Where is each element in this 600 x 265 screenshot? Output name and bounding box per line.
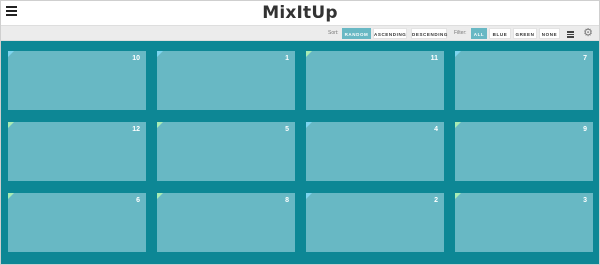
tile-item[interactable]: 5 <box>157 122 295 181</box>
tile-color-flag-icon <box>8 122 14 128</box>
tile-number: 5 <box>285 126 289 133</box>
controls-bar: Sort: RANDOM ASCENDING DESCENDING Filter… <box>1 25 599 41</box>
filter-green-button[interactable]: GREEN <box>513 28 537 39</box>
tile-item[interactable]: 2 <box>306 193 444 252</box>
tile-color-flag-icon <box>455 51 461 57</box>
tile-color-flag-icon <box>455 122 461 128</box>
tile-number: 4 <box>434 126 438 133</box>
list-view-icon[interactable] <box>565 28 577 39</box>
tile-item[interactable]: 11 <box>306 51 444 110</box>
tile-number: 1 <box>285 55 289 62</box>
sort-descending-button[interactable]: DESCENDING <box>411 28 447 39</box>
gear-icon[interactable]: ⚙ <box>582 28 594 39</box>
page: MixItUp Sort: RANDOM ASCENDING DESCENDIN… <box>0 0 600 265</box>
sort-label: Sort: <box>328 30 339 36</box>
tile-color-flag-icon <box>455 193 461 199</box>
header: MixItUp <box>1 1 599 25</box>
app-logo: MixItUp <box>262 3 338 23</box>
tile-item[interactable]: 1 <box>157 51 295 110</box>
tile-item[interactable]: 7 <box>455 51 593 110</box>
tile-item[interactable]: 12 <box>8 122 146 181</box>
tile-color-flag-icon <box>306 193 312 199</box>
tile-item[interactable]: 8 <box>157 193 295 252</box>
tile-color-flag-icon <box>8 193 14 199</box>
tile-item[interactable]: 9 <box>455 122 593 181</box>
filter-none-button[interactable]: NONE <box>539 28 560 39</box>
tile-number: 10 <box>132 55 140 62</box>
filter-all-button[interactable]: ALL <box>471 28 487 39</box>
tile-item[interactable]: 3 <box>455 193 593 252</box>
tile-color-flag-icon <box>8 51 14 57</box>
sort-ascending-button[interactable]: ASCENDING <box>373 28 407 39</box>
tile-item[interactable]: 6 <box>8 193 146 252</box>
tile-color-flag-icon <box>306 51 312 57</box>
filter-blue-button[interactable]: BLUE <box>489 28 511 39</box>
tile-item[interactable]: 4 <box>306 122 444 181</box>
filter-label: Filter: <box>454 30 467 36</box>
tile-color-flag-icon <box>157 51 163 57</box>
tile-number: 11 <box>430 55 438 62</box>
tile-number: 12 <box>132 126 140 133</box>
tile-number: 9 <box>583 126 587 133</box>
tile-number: 2 <box>434 197 438 204</box>
tile-number: 8 <box>285 197 289 204</box>
tile-number: 7 <box>583 55 587 62</box>
tile-number: 3 <box>583 197 587 204</box>
tile-number: 6 <box>136 197 140 204</box>
tile-color-flag-icon <box>306 122 312 128</box>
sort-random-button[interactable]: RANDOM <box>342 28 371 39</box>
tile-color-flag-icon <box>157 193 163 199</box>
tile-item[interactable]: 10 <box>8 51 146 110</box>
tile-grid: 10 1 11 7 12 5 4 9 6 8 2 3 <box>1 41 599 264</box>
tile-color-flag-icon <box>157 122 163 128</box>
